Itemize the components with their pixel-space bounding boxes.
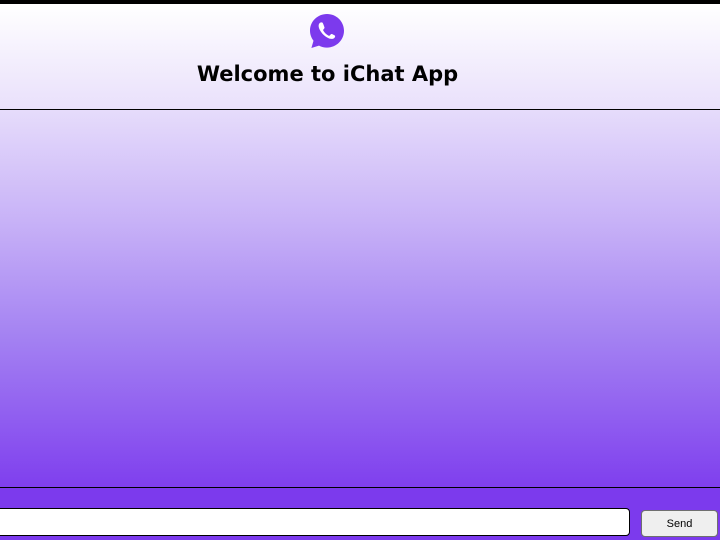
page-title: Welcome to iChat App [196, 62, 459, 86]
composer-bar: Send [0, 488, 720, 540]
message-area [0, 110, 720, 488]
message-input[interactable] [0, 508, 630, 536]
whatsapp-phone-icon [308, 12, 346, 50]
chat-app: Welcome to iChat App Send [0, 0, 720, 540]
send-button[interactable]: Send [641, 510, 718, 537]
header: Welcome to iChat App [0, 4, 720, 110]
